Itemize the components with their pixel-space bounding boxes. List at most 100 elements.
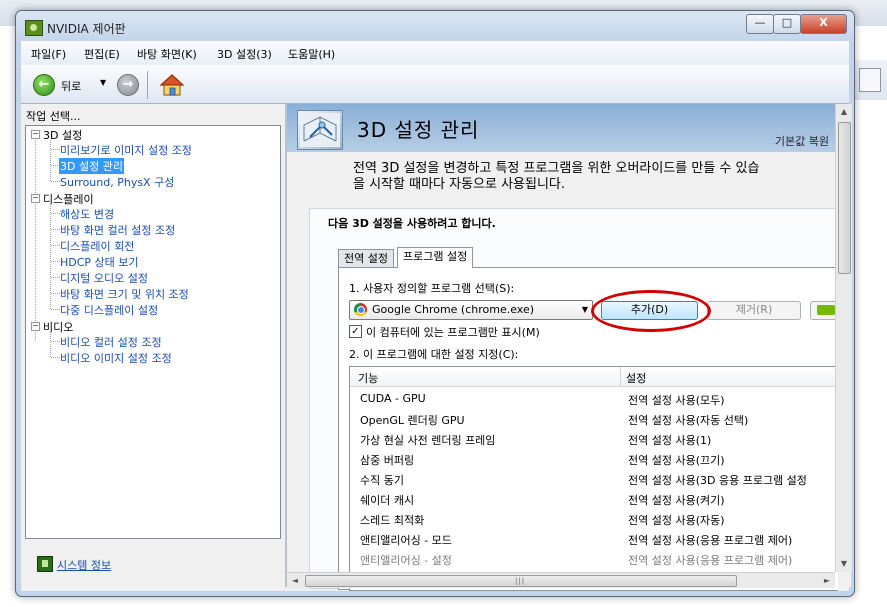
list-row[interactable]: 스레드 최적화 전역 설정 사용(자동) xyxy=(350,509,838,529)
tree-item-video-image[interactable]: 비디오 이미지 설정 조정 xyxy=(60,350,172,366)
left-arrow-icon: ← xyxy=(38,77,50,92)
client-area: 파일(F) 편집(E) 바탕 화면(K) 3D 설정(3) 도움말(H) ← 뒤… xyxy=(21,41,852,591)
add-program-button[interactable]: 추가(D) xyxy=(601,301,698,320)
feature-cell: 쉐이더 캐시 xyxy=(360,494,415,507)
page-banner: 3D 설정 관리 기본값 복원 xyxy=(287,104,835,152)
list-row[interactable]: 앤티앨리어싱 - 모드 전역 설정 사용(응용 프로그램 제어) xyxy=(350,529,838,549)
nvidia-logo-icon xyxy=(817,305,835,315)
tree-line xyxy=(51,181,60,182)
title-bar[interactable]: NVIDIA 제어판 — □ X xyxy=(16,11,854,41)
tree-line xyxy=(51,245,60,246)
back-button[interactable]: ← xyxy=(33,74,55,96)
tree-item-video-color[interactable]: 비디오 컬러 설정 조정 xyxy=(60,334,162,350)
column-feature[interactable]: 기능 xyxy=(358,370,378,386)
scroll-right-icon[interactable]: ► xyxy=(819,573,835,588)
tree-item-hdcp-status[interactable]: HDCP 상태 보기 xyxy=(60,254,139,270)
close-button[interactable]: X xyxy=(800,14,847,34)
content-pane: 3D 설정 관리 기본값 복원 전역 3D 설정을 변경하고 특정 프로그램을 … xyxy=(285,104,852,591)
feature-cell: 수직 동기 xyxy=(360,474,404,487)
tree-line xyxy=(51,341,60,342)
background-window-edge xyxy=(852,60,887,100)
collapse-video-toggle[interactable]: − xyxy=(31,322,40,331)
menu-desktop[interactable]: 바탕 화면(K) xyxy=(137,46,197,62)
tab-global-settings[interactable]: 전역 설정 xyxy=(338,249,394,268)
tree-line xyxy=(51,261,60,262)
toolbar: ← 뒤로 ▼ → xyxy=(21,65,849,104)
collapse-display-toggle[interactable]: − xyxy=(31,194,40,203)
restore-defaults-link[interactable]: 기본값 복원 xyxy=(775,133,829,149)
tree-item-change-resolution[interactable]: 해상도 변경 xyxy=(60,206,114,222)
tree-group-video[interactable]: 비디오 xyxy=(43,319,73,335)
setting-cell[interactable]: 전역 설정 사용(1) xyxy=(628,432,711,448)
horizontal-scroll-thumb[interactable]: ||| xyxy=(305,575,737,587)
panel-title: 다음 3D 설정을 사용하려고 합니다. xyxy=(328,217,496,230)
column-setting[interactable]: 설정 xyxy=(626,370,646,386)
list-row[interactable]: 삼중 버퍼링 전역 설정 사용(끄기) xyxy=(350,449,838,469)
horizontal-scrollbar[interactable]: ◄ ||| ► xyxy=(287,572,835,588)
list-row[interactable]: 수직 동기 전역 설정 사용(3D 응용 프로그램 설정 xyxy=(350,469,838,489)
list-row[interactable]: 쉐이더 캐시 전역 설정 사용(켜기) xyxy=(350,489,838,509)
maximize-button[interactable]: □ xyxy=(773,14,801,34)
menu-3d-settings[interactable]: 3D 설정(3) xyxy=(217,46,272,62)
tree-item-desktop-size-position[interactable]: 바탕 화면 크기 및 위치 조정 xyxy=(60,286,189,302)
list-row[interactable]: OpenGL 렌더링 GPU 전역 설정 사용(자동 선택) xyxy=(350,409,838,429)
tree-item-digital-audio[interactable]: 디지털 오디오 설정 xyxy=(60,270,148,286)
task-sidebar: 작업 선택... − 3D 설정 미리보기로 이미지 설정 조정 3D 설정 관… xyxy=(21,104,284,587)
page-description: 전역 3D 설정을 변경하고 특정 프로그램을 위한 오버라이드를 만들 수 있… xyxy=(353,161,833,193)
task-tree[interactable]: − 3D 설정 미리보기로 이미지 설정 조정 3D 설정 관리 Surroun… xyxy=(25,125,281,539)
tab-program-settings[interactable]: 프로그램 설정 xyxy=(397,247,474,268)
page-title: 3D 설정 관리 xyxy=(357,118,480,142)
setting-cell[interactable]: 전역 설정 사용(자동 선택) xyxy=(628,412,748,428)
setting-cell[interactable]: 전역 설정 사용(응용 프로그램 제어) xyxy=(628,532,792,548)
back-label[interactable]: 뒤로 xyxy=(61,78,81,94)
menu-edit[interactable]: 편집(E) xyxy=(84,46,120,62)
checkbox-label[interactable]: 이 컴퓨터에 있는 프로그램만 표시(M) xyxy=(366,324,540,340)
setting-cell[interactable]: 전역 설정 사용(응용 프로그램 제어) xyxy=(628,552,792,568)
feature-cell: 가상 현실 사전 렌더링 프레임 xyxy=(360,434,496,447)
tree-item-desktop-color[interactable]: 바탕 화면 컬러 설정 조정 xyxy=(60,222,175,238)
program-settings-list[interactable]: 기능 설정 CUDA - GPU 전역 설정 사용(모두) OpenGL 렌더링 … xyxy=(349,366,838,591)
feature-cell: 앤티앨리어싱 - 모드 xyxy=(360,534,452,547)
list-row[interactable]: CUDA - GPU 전역 설정 사용(모두) xyxy=(350,389,838,409)
scroll-down-icon[interactable]: ▼ xyxy=(836,556,852,572)
list-header: 기능 설정 xyxy=(350,367,838,387)
feature-cell: 앤티앨리어싱 - 설정 xyxy=(360,554,452,567)
program-select[interactable]: Google Chrome (chrome.exe) ▼ xyxy=(349,300,593,320)
setting-cell[interactable]: 전역 설정 사용(끄기) xyxy=(628,452,725,468)
system-info-label[interactable]: 시스템 정보 xyxy=(57,557,111,573)
toolbar-separator xyxy=(147,71,148,99)
setting-cell[interactable]: 전역 설정 사용(자동) xyxy=(628,512,725,528)
program-select-value: Google Chrome (chrome.exe) xyxy=(372,303,535,316)
minimize-button[interactable]: — xyxy=(746,14,774,34)
vertical-scroll-thumb[interactable] xyxy=(838,122,851,274)
setting-cell[interactable]: 전역 설정 사용(3D 응용 프로그램 설정 xyxy=(628,472,807,488)
home-icon[interactable] xyxy=(159,73,185,97)
tree-item-surround-physx[interactable]: Surround, PhysX 구성 xyxy=(60,174,174,190)
menu-bar: 파일(F) 편집(E) 바탕 화면(K) 3D 설정(3) 도움말(H) xyxy=(21,41,849,66)
right-arrow-icon: → xyxy=(122,77,134,92)
back-history-dropdown-icon[interactable]: ▼ xyxy=(100,78,106,87)
forward-button[interactable]: → xyxy=(117,74,139,96)
column-divider[interactable] xyxy=(620,367,621,386)
menu-file[interactable]: 파일(F) xyxy=(31,46,66,62)
tree-line xyxy=(51,229,60,230)
setting-cell[interactable]: 전역 설정 사용(모두) xyxy=(628,392,725,408)
list-row[interactable]: 가상 현실 사전 렌더링 프레임 전역 설정 사용(1) xyxy=(350,429,838,449)
tree-item-multiple-displays[interactable]: 다중 디스플레이 설정 xyxy=(60,302,158,318)
setting-cell[interactable]: 전역 설정 사용(켜기) xyxy=(628,492,725,508)
tree-group-display[interactable]: 디스플레이 xyxy=(43,191,94,207)
tree-group-3d-settings[interactable]: 3D 설정 xyxy=(43,127,82,143)
remove-program-button[interactable]: 제거(R) xyxy=(707,301,801,320)
checkbox-box[interactable]: ✓ xyxy=(349,325,362,338)
list-row[interactable]: 앤티앨리어싱 - 설정 전역 설정 사용(응용 프로그램 제어) xyxy=(350,549,838,569)
scroll-left-icon[interactable]: ◄ xyxy=(287,573,303,588)
description-line-2: 을 시작할 때마다 자동으로 사용됩니다. xyxy=(353,177,566,192)
tree-item-manage-3d-settings[interactable]: 3D 설정 관리 xyxy=(59,158,124,174)
collapse-3d-settings-toggle[interactable]: − xyxy=(31,130,40,139)
tree-item-preview-image-settings[interactable]: 미리보기로 이미지 설정 조정 xyxy=(60,142,192,158)
description-line-1: 전역 3D 설정을 변경하고 특정 프로그램을 위한 오버라이드를 만들 수 있… xyxy=(353,161,760,176)
tree-item-rotate-display[interactable]: 디스플레이 회전 xyxy=(60,238,134,254)
vertical-scrollbar[interactable]: ▲ ▼ xyxy=(835,104,852,572)
menu-help[interactable]: 도움말(H) xyxy=(288,46,335,62)
scroll-up-icon[interactable]: ▲ xyxy=(836,104,852,120)
